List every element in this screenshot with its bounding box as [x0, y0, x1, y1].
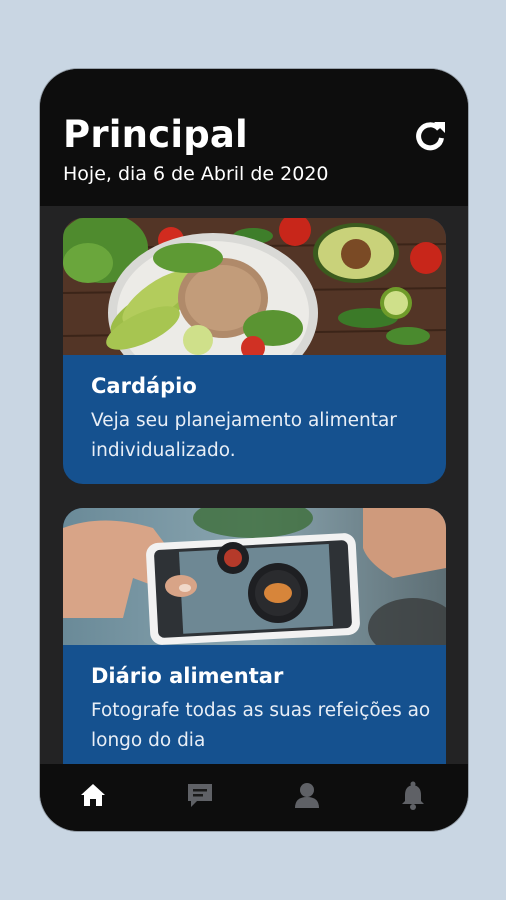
- content-scroll[interactable]: Cardápio Veja seu planejamento alimentar…: [40, 206, 468, 764]
- refresh-button[interactable]: [413, 119, 447, 153]
- refresh-icon: [416, 122, 445, 151]
- card-title: Cardápio: [91, 374, 197, 398]
- tab-profile[interactable]: [290, 778, 324, 812]
- bottom-tab-bar: [40, 764, 468, 831]
- salad-bowl-image: [63, 218, 446, 355]
- card-description: Fotografe todas as suas refeições ao lon…: [91, 700, 431, 751]
- card-title: Diário alimentar: [91, 664, 284, 688]
- app-header: Principal Hoje, dia 6 de Abril de 2020: [40, 69, 468, 206]
- card-description: Veja seu planejamento alimentar individu…: [91, 410, 397, 461]
- tab-chat[interactable]: [183, 778, 217, 812]
- date-subtitle: Hoje, dia 6 de Abril de 2020: [63, 163, 329, 185]
- chat-icon: [188, 784, 212, 807]
- phone-photographing-food: [63, 508, 446, 645]
- user-icon: [295, 783, 319, 808]
- bell-icon: [402, 781, 424, 810]
- phone-photo-image: [63, 508, 446, 645]
- tab-home[interactable]: [76, 778, 110, 812]
- page-title: Principal: [63, 113, 248, 156]
- tab-notifications[interactable]: [396, 778, 430, 812]
- home-icon: [81, 784, 105, 806]
- card-diario-alimentar[interactable]: Diário alimentar Fotografe todas as suas…: [63, 508, 446, 764]
- card-cardapio[interactable]: Cardápio Veja seu planejamento alimentar…: [63, 218, 446, 484]
- salad-bowl-photo: [63, 218, 446, 355]
- phone-frame: Principal Hoje, dia 6 de Abril de 2020 C…: [40, 69, 468, 831]
